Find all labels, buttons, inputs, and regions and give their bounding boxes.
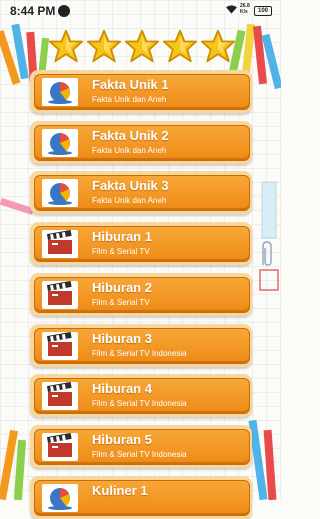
pie-chart-icon <box>42 128 78 157</box>
menu-item-subtitle: Film & Serial TV <box>92 247 150 257</box>
pocket-icon <box>58 5 70 17</box>
menu-item-title: Hiburan 1 <box>92 229 152 245</box>
square-doodle-decoration <box>259 269 279 291</box>
menu-item-subtitle: Fakta Unik dan Aneh <box>92 145 167 155</box>
menu-item-title: Fakta Unik 1 <box>92 77 169 92</box>
menu-item-subtitle: Fakta Unik dan Aneh <box>92 196 167 206</box>
menu-item-subtitle: Fakta Unik dan Aneh <box>92 95 167 104</box>
menu-item-hiburan-1[interactable]: Hiburan 1 Film & Serial TV <box>30 222 252 266</box>
menu-item-title: Fakta Unik 2 <box>92 127 169 143</box>
star-icon <box>124 29 160 63</box>
pie-chart-icon <box>42 179 78 208</box>
menu-item-subtitle: Film & Serial TV Indonesia <box>92 449 187 459</box>
menu-item-hiburan-5[interactable]: Hiburan 5 Film & Serial TV Indonesia <box>30 424 252 468</box>
status-time: 8:44 PM <box>10 4 56 18</box>
star-icon <box>200 29 236 63</box>
menu-item-kuliner-1[interactable]: Kuliner 1 <box>30 475 252 519</box>
menu-item-fakta-unik-3[interactable]: Fakta Unik 3 Fakta Unik dan Aneh <box>30 171 252 215</box>
menu-item-fakta-unik-1[interactable]: Fakta Unik 1 Fakta Unik dan Aneh <box>30 70 252 113</box>
ruler-right-decoration <box>261 181 277 239</box>
menu-item-subtitle: Film & Serial TV <box>92 297 150 307</box>
clapperboard-icon <box>42 382 78 411</box>
star-icon <box>86 29 122 63</box>
clapperboard-icon <box>42 280 78 309</box>
clapperboard-icon <box>42 230 78 259</box>
menu-item-subtitle: Film & Serial TV Indonesia <box>92 348 187 358</box>
menu-item-title: Hiburan 4 <box>92 381 152 397</box>
pie-chart-icon <box>42 483 78 512</box>
menu-item-hiburan-2[interactable]: Hiburan 2 Film & Serial TV <box>30 272 252 316</box>
menu-item-title: Kuliner 1 <box>92 482 148 498</box>
star-icon <box>48 29 84 63</box>
menu-item-title: Fakta Unik 3 <box>92 178 169 194</box>
wifi-icon <box>226 5 237 14</box>
menu-item-title: Hiburan 3 <box>92 330 152 346</box>
clapperboard-icon <box>42 432 78 461</box>
menu-item-fakta-unik-2[interactable]: Fakta Unik 2 Fakta Unik dan Aneh <box>30 120 252 164</box>
status-bar: 8:44 PM 26.8 K/s 100 <box>0 0 281 22</box>
network-speed: 26.8 K/s <box>240 3 250 15</box>
menu-item-title: Hiburan 2 <box>92 279 152 295</box>
clapperboard-icon <box>42 331 78 360</box>
battery-icon: 100 <box>254 6 272 16</box>
pie-chart-icon <box>42 78 78 106</box>
star-icon <box>162 29 198 63</box>
menu-item-subtitle: Film & Serial TV Indonesia <box>92 399 187 409</box>
rating-stars <box>48 28 238 64</box>
menu-item-title: Hiburan 5 <box>92 431 152 447</box>
pencils-bottom-right-decoration <box>248 419 277 500</box>
menu-item-hiburan-3[interactable]: Hiburan 3 Film & Serial TV Indonesia <box>30 323 252 367</box>
menu-item-hiburan-4[interactable]: Hiburan 4 Film & Serial TV Indonesia <box>30 374 252 418</box>
